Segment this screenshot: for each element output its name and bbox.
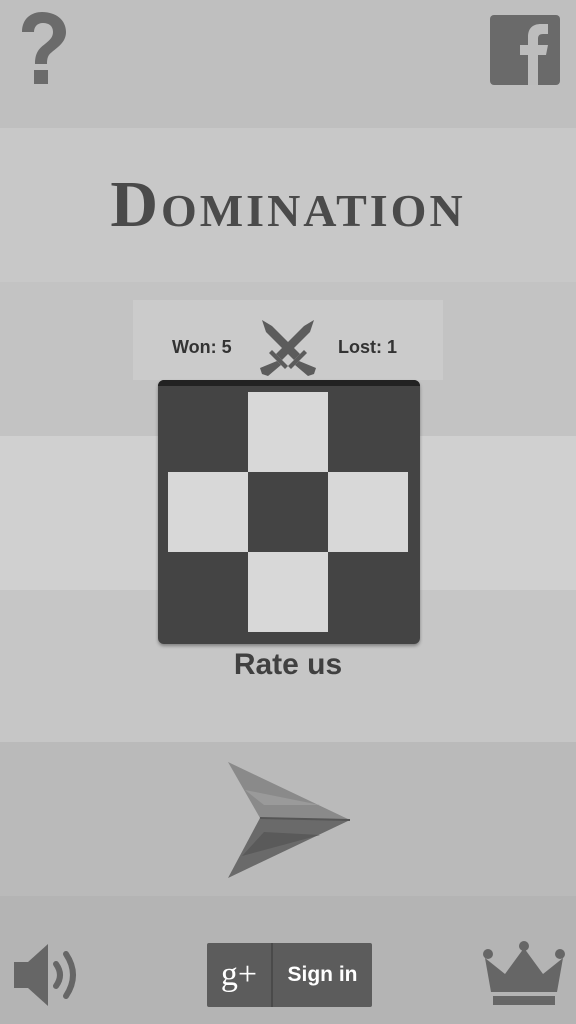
board-cell bbox=[248, 472, 328, 552]
game-board[interactable] bbox=[158, 380, 420, 644]
board-cell bbox=[168, 552, 248, 632]
board-cell bbox=[328, 472, 408, 552]
facebook-button[interactable] bbox=[490, 15, 560, 85]
speaker-icon bbox=[14, 944, 76, 1006]
rate-us-link[interactable]: Rate us bbox=[0, 648, 576, 682]
crossed-swords-icon bbox=[258, 318, 318, 378]
crown-icon bbox=[483, 941, 565, 1005]
won-count: Won: 5 bbox=[172, 337, 232, 357]
leaderboard-button[interactable] bbox=[483, 940, 565, 1008]
board-cell bbox=[168, 392, 248, 472]
board-cell bbox=[168, 472, 248, 552]
question-mark-icon bbox=[22, 12, 66, 84]
board-cell bbox=[328, 552, 408, 632]
app-title: Domination bbox=[110, 168, 466, 241]
google-plus-signin-button[interactable]: g+ Sign in bbox=[207, 943, 372, 1007]
board-top-edge bbox=[158, 380, 420, 386]
board-cell bbox=[248, 392, 328, 472]
signin-label: Sign in bbox=[287, 963, 358, 986]
sound-toggle[interactable] bbox=[12, 938, 86, 1012]
facebook-icon bbox=[520, 24, 548, 85]
google-plus-icon: g+ bbox=[220, 956, 258, 993]
board-cell bbox=[328, 392, 408, 472]
help-button[interactable] bbox=[14, 10, 70, 88]
board-cell bbox=[248, 552, 328, 632]
play-arrow-icon bbox=[228, 762, 351, 878]
lost-count: Lost: 1 bbox=[338, 337, 398, 357]
play-button[interactable] bbox=[220, 760, 355, 880]
